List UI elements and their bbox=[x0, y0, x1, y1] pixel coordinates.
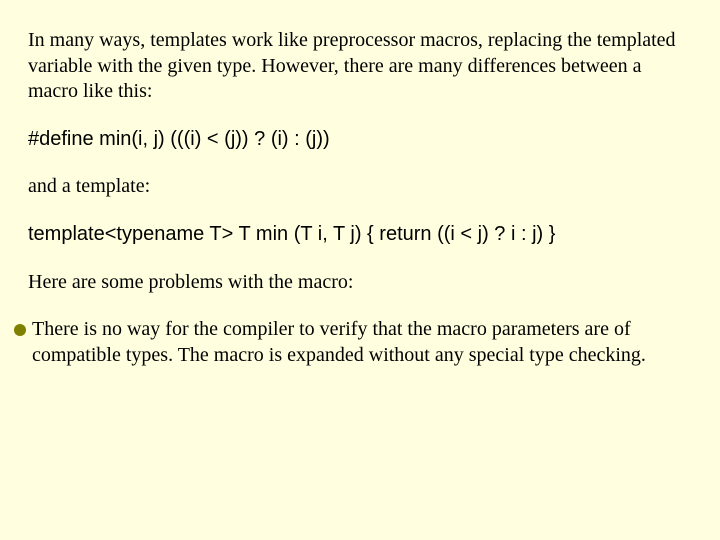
problems-intro: Here are some problems with the macro: bbox=[28, 270, 692, 296]
slide-body: In many ways, templates work like prepro… bbox=[0, 0, 720, 540]
intro-paragraph: In many ways, templates work like prepro… bbox=[28, 28, 692, 105]
template-code-line: template<typename T> T min (T i, T j) { … bbox=[28, 222, 692, 248]
bullet-icon bbox=[14, 324, 26, 336]
macro-code-line: #define min(i, j) (((i) < (j)) ? (i) : (… bbox=[28, 127, 692, 153]
bullet-text: There is no way for the compiler to veri… bbox=[32, 317, 692, 368]
bullet-item: There is no way for the compiler to veri… bbox=[14, 317, 692, 368]
and-template-label: and a template: bbox=[28, 174, 692, 200]
